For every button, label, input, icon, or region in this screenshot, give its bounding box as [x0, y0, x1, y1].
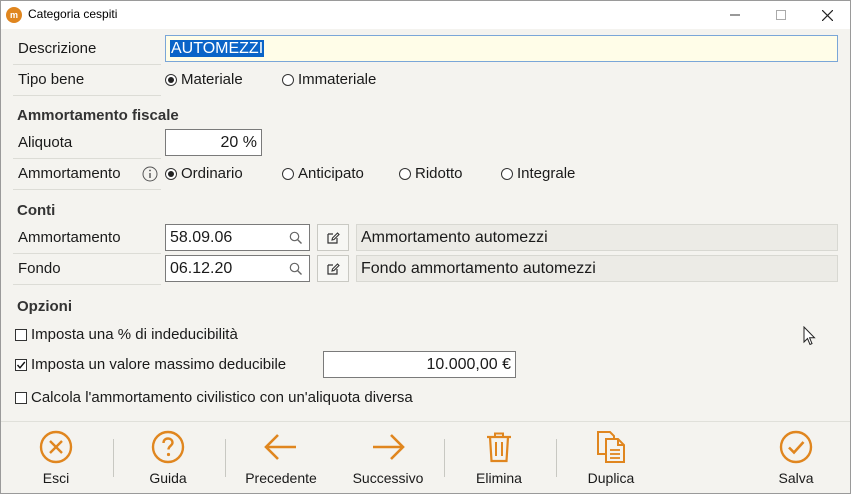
radio-ridotto-label: Ridotto	[415, 165, 463, 182]
radio-dot	[282, 73, 294, 86]
esci-label: Esci	[42, 470, 70, 486]
checkbox-massimo-deducibile[interactable]: Imposta un valore massimo deducibile	[15, 356, 286, 373]
descrizione-value: AUTOMEZZI	[170, 40, 265, 57]
search-icon[interactable]	[289, 262, 303, 276]
close-button[interactable]	[804, 1, 850, 29]
conto-ammortamento-label: Ammortamento	[18, 229, 121, 246]
close-icon	[821, 9, 833, 21]
toolbar-separator	[225, 439, 226, 477]
radio-anticipato[interactable]: Anticipato	[282, 165, 364, 182]
close-circle-icon	[39, 430, 73, 464]
checkmark-icon	[16, 361, 26, 369]
app-logo-icon: m	[6, 7, 22, 23]
dialog-window: m Categoria cespiti Descrizione AUTOMEZZ…	[0, 0, 851, 494]
arrow-right-icon	[373, 434, 405, 460]
window-title: Categoria cespiti	[28, 7, 118, 21]
maximize-icon	[776, 10, 786, 20]
radio-immateriale-label: Immateriale	[298, 71, 377, 88]
radio-dot	[282, 167, 294, 180]
edit-icon	[327, 262, 340, 275]
esci-button[interactable]: Esci	[26, 429, 86, 489]
toolbar-separator	[556, 439, 557, 477]
guida-button[interactable]: Guida	[138, 429, 198, 489]
checkbox-massimo-deducibile-label: Imposta un valore massimo deducibile	[31, 356, 287, 373]
salva-button[interactable]: Salva	[766, 429, 826, 489]
tipo-bene-label: Tipo bene	[18, 71, 85, 88]
checkbox-box	[15, 391, 27, 404]
checkbox-indeducibilita-label: Imposta una % di indeducibilità	[31, 326, 238, 343]
checkbox-indeducibilita[interactable]: Imposta una % di indeducibilità	[15, 326, 238, 343]
conto-fondo-input[interactable]: 06.12.20	[165, 255, 310, 282]
row-divider	[13, 253, 161, 254]
conto-fondo-description: Fondo ammortamento automezzi	[356, 255, 838, 282]
radio-integrale[interactable]: Integrale	[501, 165, 575, 182]
trash-icon	[487, 432, 511, 463]
descrizione-input[interactable]: AUTOMEZZI	[165, 35, 838, 62]
edit-conto-fondo-button[interactable]	[317, 255, 349, 282]
section-opzioni: Opzioni	[17, 298, 72, 315]
help-icon	[151, 430, 185, 464]
descrizione-label: Descrizione	[18, 40, 97, 57]
conto-ammortamento-description: Ammortamento automezzi	[356, 224, 838, 251]
info-icon[interactable]	[142, 166, 158, 182]
row-divider	[13, 158, 161, 159]
ammortamento-tipo-label: Ammortamento	[18, 165, 121, 182]
row-divider	[13, 95, 161, 96]
duplica-button[interactable]: Duplica	[576, 429, 646, 489]
edit-icon	[327, 231, 340, 244]
radio-ordinario-label: Ordinario	[181, 165, 243, 182]
checkbox-civilistico[interactable]: Calcola l'ammortamento civilistico con u…	[15, 389, 413, 406]
aliquota-input[interactable]: 20 %	[165, 129, 262, 156]
massimo-deducibile-input[interactable]: 10.000,00 €	[323, 351, 516, 378]
section-conti: Conti	[17, 202, 56, 219]
arrow-left-icon	[264, 434, 296, 460]
guida-label: Guida	[149, 470, 187, 486]
radio-ordinario[interactable]: Ordinario	[165, 165, 243, 182]
conto-ammortamento-input[interactable]: 58.09.06	[165, 224, 310, 251]
section-ammortamento-fiscale: Ammortamento fiscale	[17, 107, 179, 124]
edit-conto-ammortamento-button[interactable]	[317, 224, 349, 251]
search-icon[interactable]	[289, 231, 303, 245]
radio-dot	[501, 167, 513, 180]
successivo-label: Successivo	[352, 470, 424, 486]
radio-dot	[399, 167, 411, 180]
radio-dot	[165, 167, 177, 180]
radio-anticipato-label: Anticipato	[298, 165, 364, 182]
radio-materiale[interactable]: Materiale	[165, 71, 243, 88]
checkbox-civilistico-label: Calcola l'ammortamento civilistico con u…	[31, 389, 413, 406]
successivo-button[interactable]: Successivo	[343, 429, 433, 489]
toolbar-separator	[113, 439, 114, 477]
conto-fondo-label: Fondo	[18, 260, 61, 277]
mouse-cursor-icon	[803, 326, 816, 346]
precedente-label: Precedente	[245, 470, 317, 486]
radio-ridotto[interactable]: Ridotto	[399, 165, 463, 182]
elimina-label: Elimina	[476, 470, 522, 486]
check-circle-icon	[779, 430, 813, 464]
salva-label: Salva	[778, 470, 814, 486]
precedente-button[interactable]: Precedente	[236, 429, 326, 489]
title-bar: m Categoria cespiti	[1, 1, 850, 29]
radio-dot	[165, 73, 177, 86]
duplica-label: Duplica	[587, 470, 635, 486]
conto-fondo-code: 06.12.20	[170, 260, 233, 277]
minimize-icon	[730, 14, 740, 16]
duplicate-icon	[597, 431, 625, 463]
conto-ammortamento-code: 58.09.06	[170, 229, 233, 246]
radio-integrale-label: Integrale	[517, 165, 576, 182]
aliquota-label: Aliquota	[18, 134, 73, 151]
row-divider	[13, 189, 161, 190]
radio-immateriale[interactable]: Immateriale	[282, 71, 376, 88]
toolbar-divider	[1, 421, 850, 422]
row-divider	[13, 284, 161, 285]
toolbar-separator	[444, 439, 445, 477]
radio-materiale-label: Materiale	[181, 71, 243, 88]
checkbox-box	[15, 358, 27, 371]
elimina-button[interactable]: Elimina	[469, 429, 529, 489]
minimize-button[interactable]	[712, 1, 758, 29]
row-divider	[13, 64, 161, 65]
checkbox-box	[15, 328, 27, 341]
maximize-button[interactable]	[758, 1, 804, 29]
